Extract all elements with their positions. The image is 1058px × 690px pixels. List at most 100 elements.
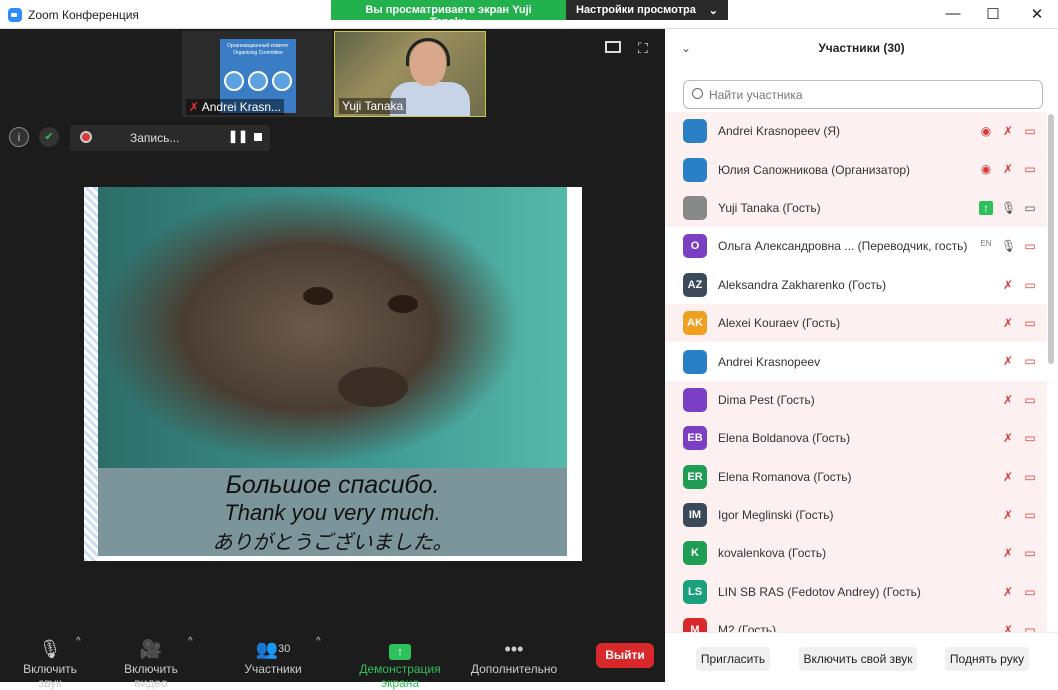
meeting-area: Организационный комитет Organising Commit… xyxy=(0,29,665,682)
participant-status-icons: ✗ ▭ xyxy=(1001,508,1037,522)
scrollbar[interactable] xyxy=(1048,114,1054,364)
meeting-toolbar: 🎙 Включить звук ^ 🎥 Включить видео ^ 👥30 Уч… xyxy=(0,632,665,690)
participant-name: M2 (Гость) xyxy=(718,623,777,632)
video-thumbnail[interactable]: Организационный комитет Organising Commit… xyxy=(182,31,332,117)
fullscreen-icon[interactable]: ⛶ xyxy=(638,40,648,57)
participant-status-icons: ↑ 🎙 ▭ xyxy=(979,200,1037,215)
participant-row[interactable]: AK Alexei Kouraev (Гость) ✗ ▭ xyxy=(665,303,1047,343)
participant-status-icons: ✗ ▭ xyxy=(1001,278,1037,292)
video-off-icon: ▭ xyxy=(1024,392,1036,407)
participant-row[interactable]: EB Elena Boldanova (Гость) ✗ ▭ xyxy=(665,419,1047,458)
participant-status-icons: ✗ ▭ xyxy=(1001,585,1037,599)
muted-mic-icon: ✗ xyxy=(189,100,200,114)
muted-mic-icon: ✗ xyxy=(1002,584,1014,599)
seal-photo xyxy=(98,187,567,468)
avatar: IM xyxy=(683,503,707,528)
avatar xyxy=(683,157,707,182)
participants-label: Участники xyxy=(244,662,302,676)
participant-name: Ольга Александровна ... (Переводчик, гос… xyxy=(718,239,968,254)
participant-status-icons: ✗ ▭ xyxy=(1001,393,1037,407)
thumbnail-name: Yuji Tanaka xyxy=(339,98,407,114)
zoom-logo-icon xyxy=(8,8,22,22)
participant-row[interactable]: Юлия Сапожникова (Организатор) ◉ ✗ ▭ xyxy=(665,150,1047,189)
stop-icon[interactable] xyxy=(254,133,262,141)
avatar: ER xyxy=(683,464,707,489)
participant-status-icons: EN 🎙 ▭ xyxy=(979,239,1037,253)
participant-status-icons: ✗ ▭ xyxy=(1001,431,1037,445)
recording-label: Запись... xyxy=(130,131,180,145)
avatar: AK xyxy=(683,311,707,336)
participant-row[interactable]: Andrei Krasnopeev (Я) ◉ ✗ ▭ xyxy=(665,112,1047,151)
participant-row[interactable]: Andrei Krasnopeev ✗ ▭ xyxy=(665,342,1047,380)
participant-row[interactable]: Yuji Tanaka (Гость) ↑ 🎙 ▭ xyxy=(665,188,1047,228)
active-speaker-thumbnail[interactable]: Yuji Tanaka xyxy=(334,31,486,117)
video-options-chevron[interactable]: ^ xyxy=(188,636,193,647)
chevron-down-icon: ⌄ xyxy=(708,5,718,17)
start-video-label: Включить видео xyxy=(124,662,178,690)
unmute-myself-button[interactable]: Включить свой звук xyxy=(799,647,917,671)
slide-caption: Большое спасибо. Thank you very much. あり… xyxy=(98,468,567,556)
recording-icon: ◉ xyxy=(980,162,992,177)
avatar: M xyxy=(683,618,707,632)
invite-button[interactable]: Пригласить xyxy=(696,647,770,671)
caption-russian: Большое спасибо. xyxy=(225,471,440,499)
participant-row[interactable]: Kkovalenkova (Гость) ✗ ▭ xyxy=(665,534,1047,573)
avatar xyxy=(683,119,707,144)
participant-row[interactable]: AZ Aleksandra Zakharenko (Гость) ✗ ▭ xyxy=(665,266,1047,304)
participant-row[interactable]: ER Elena Romanova (Гость) ✗ ▭ xyxy=(665,457,1047,496)
pause-icon[interactable]: ❚❚ xyxy=(228,129,248,143)
search-input[interactable]: Найти участника xyxy=(683,80,1043,109)
muted-mic-icon: ✗ xyxy=(1002,354,1014,369)
participant-name: Elena Boldanova (Гость) xyxy=(718,431,851,446)
shield-icon[interactable]: ✔ xyxy=(39,127,59,147)
more-icon: ••• xyxy=(504,639,524,659)
participants-list: Andrei Krasnopeev (Я) ◉ ✗ ▭ Юлия Сапожникова… xyxy=(665,112,1047,632)
video-off-icon: ▭ xyxy=(1024,469,1036,484)
participants-chevron[interactable]: ^ xyxy=(316,636,321,647)
muted-mic-icon: ✗ xyxy=(1002,392,1014,407)
mic-icon: 🎙 xyxy=(1001,239,1017,254)
participant-status-icons: ✗ ▭ xyxy=(1001,546,1037,560)
search-icon xyxy=(692,88,703,99)
maximize-button[interactable]: ☐ xyxy=(983,5,1003,23)
shared-slide: Большое спасибо. Thank you very much. あり… xyxy=(84,187,582,561)
avatar: AZ xyxy=(683,272,707,297)
layout-icon[interactable] xyxy=(605,41,621,53)
participant-name: Dima Pest (Гость) xyxy=(718,392,815,407)
participant-name: kovalenkova (Гость) xyxy=(718,546,827,561)
muted-mic-icon: ✗ xyxy=(1002,507,1014,522)
video-off-icon: ▭ xyxy=(1024,507,1036,522)
panel-footer: Пригласить Включить свой звук Поднять ру… xyxy=(665,632,1058,682)
leave-button[interactable]: Выйти xyxy=(596,643,654,668)
caption-english: Thank you very much. xyxy=(224,500,441,525)
info-icon[interactable]: i xyxy=(9,127,29,147)
avatar: O xyxy=(683,234,707,259)
participants-button[interactable]: 👥30 Участники xyxy=(240,636,306,676)
sharing-icon: ↑ xyxy=(979,200,993,215)
video-off-icon: ▭ xyxy=(1024,623,1036,632)
participant-row[interactable]: LS LIN SB RAS (Fedotov Andrey) (Гость) ✗ ▭ xyxy=(665,572,1047,612)
search-placeholder: Найти участника xyxy=(709,88,803,102)
panel-title: Участники (30) xyxy=(818,41,905,55)
share-screen-label: Демонстрация экрана xyxy=(359,662,441,690)
avatar: K xyxy=(683,541,707,566)
more-button[interactable]: ••• Дополнительно xyxy=(470,636,558,676)
raise-hand-button[interactable]: Поднять руку xyxy=(945,647,1029,671)
close-button[interactable]: ✕ xyxy=(1027,5,1047,23)
view-options-label: Настройки просмотра xyxy=(576,4,696,16)
muted-mic-icon: ✗ xyxy=(1002,315,1014,330)
participant-status-icons: ◉ ✗ ▭ xyxy=(979,124,1037,138)
audio-options-chevron[interactable]: ^ xyxy=(76,636,81,647)
participant-name: Юлия Сапожникова (Организатор) xyxy=(718,162,911,177)
participant-row[interactable]: O Ольга Александровна ... (Переводчик, го… xyxy=(665,227,1047,265)
view-options-button[interactable]: Настройки просмотра ⌄ xyxy=(566,0,728,20)
record-icon xyxy=(80,131,92,143)
participant-row[interactable]: Dima Pest (Гость) ✗ ▭ xyxy=(665,380,1047,420)
minimize-button[interactable]: — xyxy=(943,5,963,22)
participant-row[interactable]: M M2 (Гость) ✗ ▭ xyxy=(665,611,1047,632)
sharing-status: Вы просматриваете экран Yuji Tanaka xyxy=(331,0,566,28)
avatar xyxy=(683,195,707,220)
video-off-icon: ▭ xyxy=(1024,200,1036,215)
language-badge: EN xyxy=(980,239,992,249)
participant-row[interactable]: IM Igor Meglinski (Гость) ✗ ▭ xyxy=(665,495,1047,535)
